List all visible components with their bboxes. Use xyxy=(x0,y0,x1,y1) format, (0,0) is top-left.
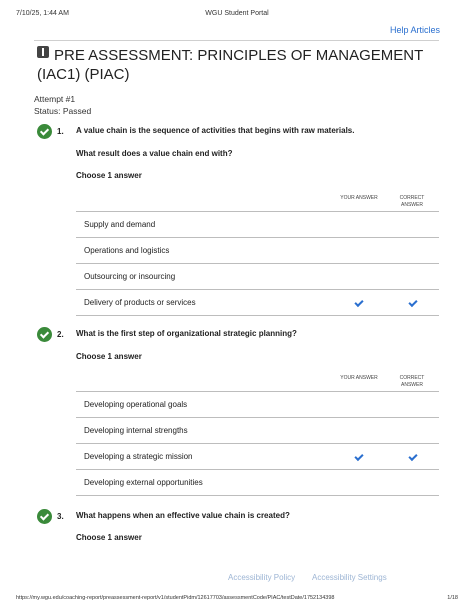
answer-option: Developing a strategic mission xyxy=(84,452,193,461)
your-answer-checkmark-icon xyxy=(354,451,364,462)
answer-option: Operations and logistics xyxy=(84,246,170,255)
check-circle-icon xyxy=(37,327,52,342)
attempt-info: Attempt #1 Status: Passed xyxy=(34,93,91,117)
accessibility-settings-link[interactable]: Accessibility Settings xyxy=(312,573,387,582)
choose-instruction: Choose 1 answer xyxy=(76,352,142,361)
header-divider xyxy=(34,40,439,41)
answer-row: Developing operational goals xyxy=(76,392,439,418)
question-number: 3. xyxy=(57,512,64,521)
page-title: PRE ASSESSMENT: PRINCIPLES OF MANAGEMENT… xyxy=(37,47,423,83)
check-circle-icon xyxy=(37,509,52,524)
attempt-status: Status: Passed xyxy=(34,106,92,116)
choose-instruction: Choose 1 answer xyxy=(76,533,142,542)
help-articles-link[interactable]: Help Articles xyxy=(390,25,440,35)
assessment-icon xyxy=(37,46,49,58)
page-number: 1/18 xyxy=(447,595,458,601)
correct-answer-checkmark-icon xyxy=(408,297,418,308)
answer-row: Outsourcing or insourcing xyxy=(76,264,439,290)
choose-instruction: Choose 1 answer xyxy=(76,171,142,180)
answer-option: Developing external opportunities xyxy=(84,478,203,487)
question-text: What happens when an effective value cha… xyxy=(76,511,290,520)
answer-row: Developing internal strengths xyxy=(76,418,439,444)
answer-option: Outsourcing or insourcing xyxy=(84,272,176,281)
question-number: 1. xyxy=(57,127,64,136)
page-title-block: PRE ASSESSMENT: PRINCIPLES OF MANAGEMENT… xyxy=(37,46,442,84)
check-circle-icon xyxy=(37,124,52,139)
answer-row: Delivery of products or services xyxy=(76,290,439,316)
question-text: A value chain is the sequence of activit… xyxy=(76,126,355,135)
your-answer-header: YOUR ANSWER xyxy=(340,195,378,201)
question-text: What is the first step of organizational… xyxy=(76,329,297,338)
answer-row: Supply and demand xyxy=(76,212,439,238)
your-answer-header: YOUR ANSWER xyxy=(340,375,378,381)
accessibility-policy-link[interactable]: Accessibility Policy xyxy=(228,573,295,582)
correct-answer-header: CORRECT ANSWER xyxy=(399,375,425,388)
answer-row: Developing external opportunities xyxy=(76,470,439,496)
print-url: https://my.wgu.edu/coaching-report/preas… xyxy=(16,595,335,601)
print-site-title: WGU Student Portal xyxy=(205,10,269,17)
attempt-label: Attempt #1 xyxy=(34,94,76,104)
answer-option: Delivery of products or services xyxy=(84,298,196,307)
your-answer-checkmark-icon xyxy=(354,297,364,308)
question-number: 2. xyxy=(57,330,64,339)
answer-row: Developing a strategic mission xyxy=(76,444,439,470)
question-prompt: What result does a value chain end with? xyxy=(76,149,233,158)
answer-option: Supply and demand xyxy=(84,220,156,229)
correct-answer-checkmark-icon xyxy=(408,451,418,462)
answer-option: Developing internal strengths xyxy=(84,426,188,435)
answer-option: Developing operational goals xyxy=(84,400,188,409)
correct-answer-header: CORRECT ANSWER xyxy=(399,195,425,208)
answer-row: Operations and logistics xyxy=(76,238,439,264)
